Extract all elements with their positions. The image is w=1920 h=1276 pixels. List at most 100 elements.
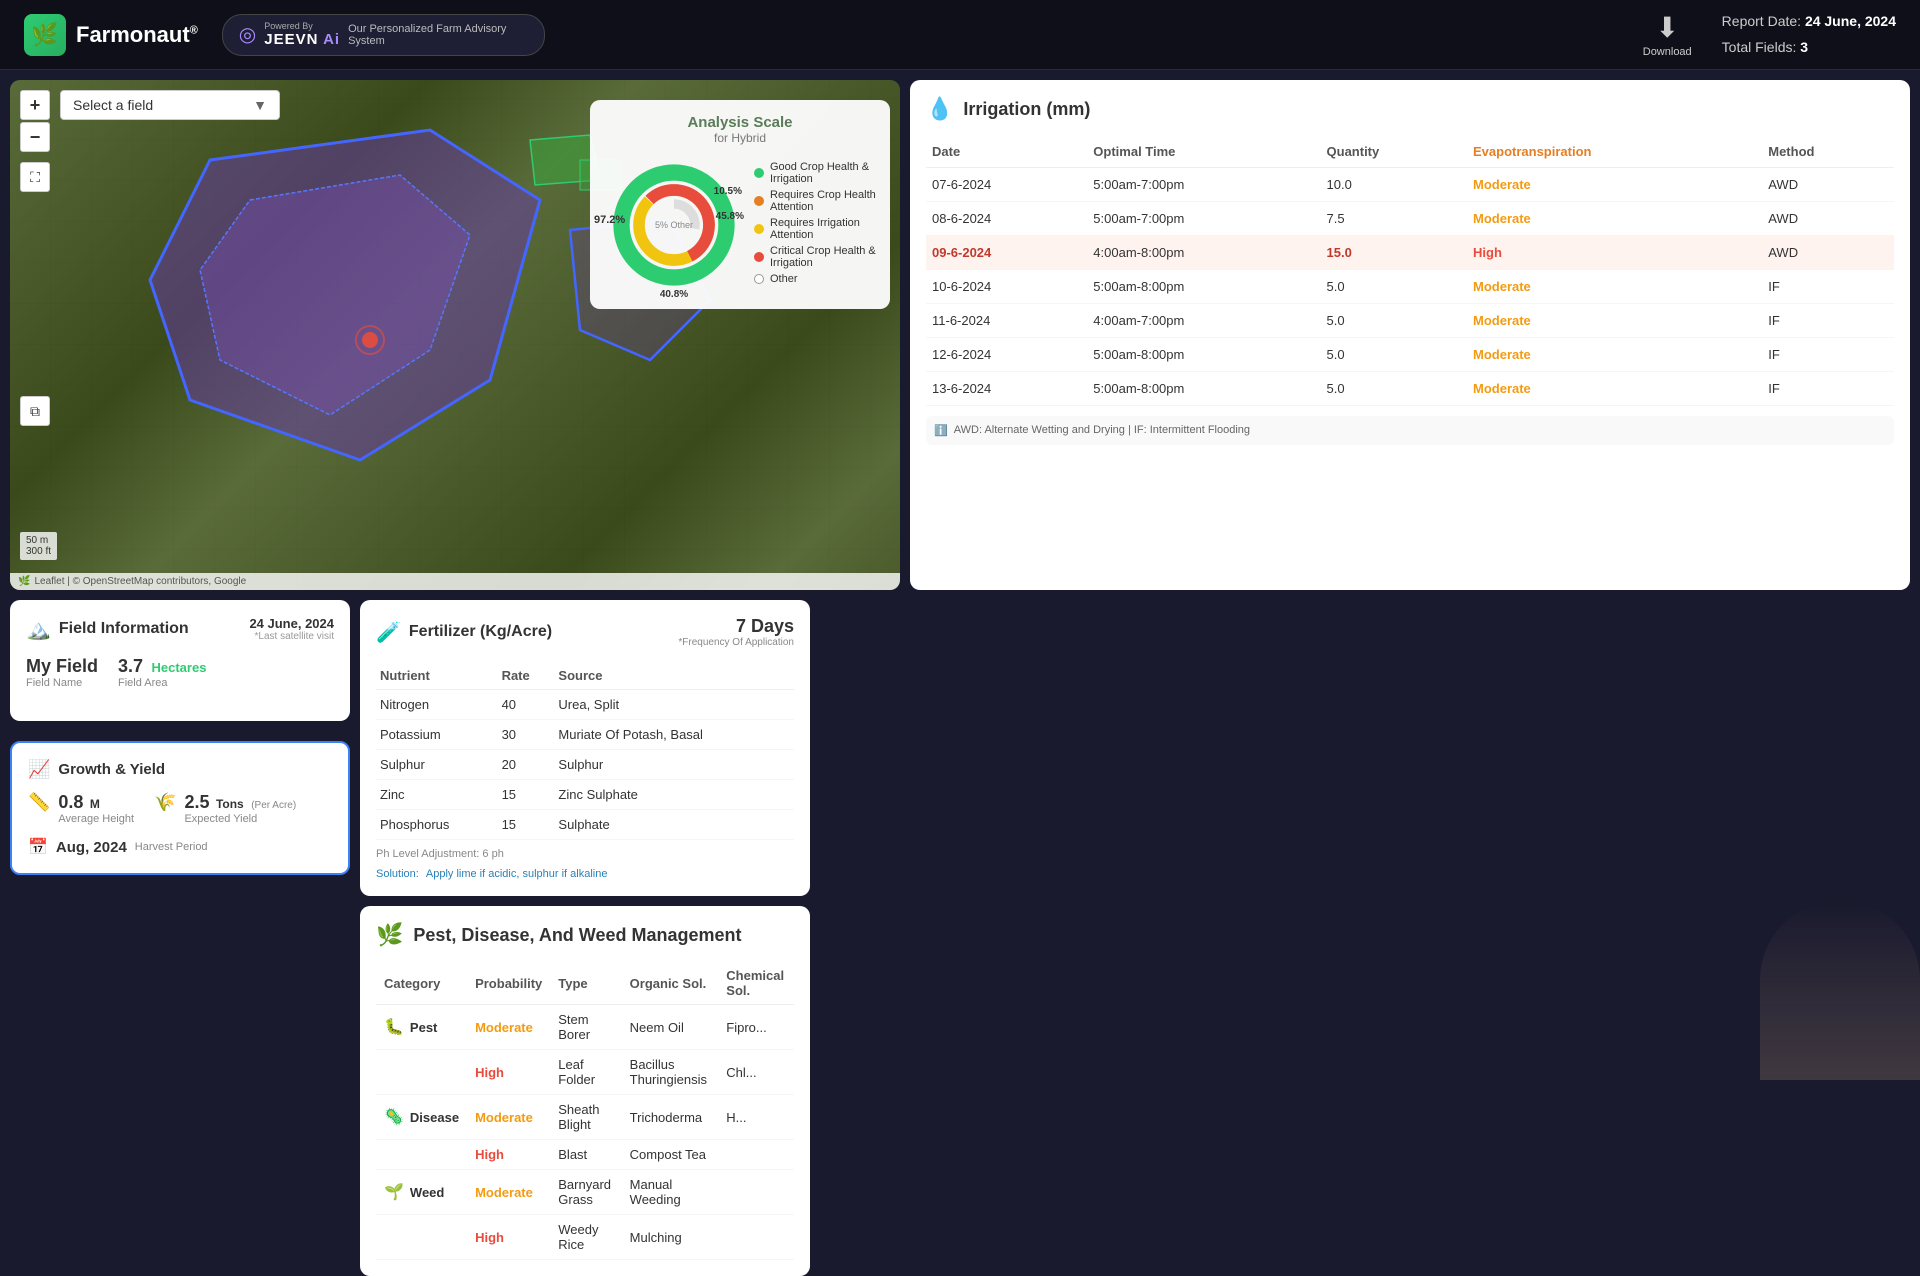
yield-value: 2.5	[184, 792, 209, 812]
pest-col-category: Category	[376, 962, 467, 1005]
jeevn-logo-text: JEEVN Ai	[264, 31, 340, 48]
yield-values: 2.5 Tons (Per Acre) Expected Yield	[184, 792, 296, 825]
total-fields-value: 3	[1800, 39, 1808, 55]
pest-chemical: Fipro...	[718, 1005, 794, 1050]
yield-label: Expected Yield	[184, 813, 296, 825]
field-growth-col: 🏔️ Field Information 24 June, 2024 *Last…	[10, 600, 350, 896]
irr-evap: Moderate	[1467, 338, 1762, 372]
legend-label-other: Other	[770, 273, 798, 285]
dropdown-arrow-icon: ▼	[253, 97, 267, 113]
field-select-dropdown[interactable]: Select a field ▼	[60, 90, 280, 120]
irrigation-row: 11-6-2024 4:00am-7:00pm 5.0 Moderate IF	[926, 304, 1894, 338]
pest-category	[376, 1215, 467, 1260]
irr-time: 5:00am-8:00pm	[1087, 338, 1320, 372]
category-name: Pest	[410, 1020, 437, 1035]
map-panel: + − ⛶ ⧉ Select a field ▼ 50 m 300 ft Ana…	[10, 80, 900, 590]
field-area-value-row: 3.7 Hectares	[118, 656, 206, 677]
fert-rate: 20	[498, 750, 555, 780]
irr-method: IF	[1762, 270, 1894, 304]
logo-name: Farmonaut	[76, 22, 190, 47]
pest-category: 🐛Pest	[376, 1005, 467, 1050]
growth-header: 📈 Growth & Yield	[28, 759, 332, 780]
fert-source: Zinc Sulphate	[554, 780, 794, 810]
fert-table-header: Nutrient Rate Source	[376, 662, 794, 690]
yield-value-row: 2.5 Tons (Per Acre)	[184, 792, 296, 813]
legend-dot-other	[754, 274, 764, 284]
pest-col-probability: Probability	[467, 962, 550, 1005]
irrigation-table-body: 07-6-2024 5:00am-7:00pm 10.0 Moderate AW…	[926, 168, 1894, 406]
zoom-in-button[interactable]: +	[20, 90, 50, 120]
field-name-stat: My Field Field Name	[26, 656, 98, 689]
field-area-unit: Hectares	[152, 660, 207, 675]
irr-evap: Moderate	[1467, 202, 1762, 236]
jeevn-badge: ◎ Powered By JEEVN Ai Our Personalized F…	[222, 14, 545, 56]
fertilizer-days: 7 Days	[678, 616, 794, 637]
irr-qty: 5.0	[1321, 304, 1467, 338]
layer-button[interactable]: ⧉	[20, 396, 50, 426]
fertilizer-table-body: Nitrogen 40 Urea, Split Potassium 30 Mur…	[376, 690, 794, 840]
pest-row: High Blast Compost Tea	[376, 1140, 794, 1170]
yield-unit: Tons	[216, 797, 244, 811]
pest-organic: Bacillus Thuringiensis	[622, 1050, 719, 1095]
map-controls: + − ⛶ ⧉	[20, 90, 50, 426]
category-name: Disease	[410, 1110, 459, 1125]
irr-method: IF	[1762, 304, 1894, 338]
fertilizer-row: Nitrogen 40 Urea, Split	[376, 690, 794, 720]
fert-nutrient: Zinc	[376, 780, 498, 810]
map-attribution: 🌿 Leaflet | © OpenStreetMap contributors…	[10, 573, 900, 590]
growth-stats: 📏 0.8 M Average Height 🌾	[28, 792, 332, 825]
donut-label-97: 97.2%	[594, 214, 625, 226]
irrigation-row: 09-6-2024 4:00am-8:00pm 15.0 High AWD	[926, 236, 1894, 270]
field-info-icon: 🏔️	[26, 617, 51, 642]
irr-qty: 7.5	[1321, 202, 1467, 236]
height-label: Average Height	[58, 813, 134, 825]
zoom-out-button[interactable]: −	[20, 122, 50, 152]
report-date: Report Date: 24 June, 2024	[1722, 9, 1896, 34]
legend-label-good: Good Crop Health & Irrigation	[770, 161, 876, 185]
growth-title: Growth & Yield	[58, 761, 165, 778]
pest-row: 🌱Weed Moderate Barnyard Grass Manual Wee…	[376, 1170, 794, 1215]
header-right: ⬇ Download Report Date: 24 June, 2024 To…	[1643, 9, 1896, 59]
pest-organic: Neem Oil	[622, 1005, 719, 1050]
pest-type: Stem Borer	[550, 1005, 621, 1050]
category-name: Weed	[410, 1185, 444, 1200]
analysis-scale-title: Analysis Scale	[604, 114, 876, 131]
field-info-panel: 🏔️ Field Information 24 June, 2024 *Last…	[10, 600, 350, 721]
irr-qty: 10.0	[1321, 168, 1467, 202]
donut-area: 97.2% 40.8% 10.5% 45.8% 5% Other	[604, 155, 876, 295]
field-info-title: Field Information	[59, 620, 189, 638]
pest-header: 🌿 Pest, Disease, And Weed Management	[376, 922, 794, 948]
scale-50m: 50 m	[26, 535, 51, 546]
jeevn-icon: ◎	[239, 22, 256, 47]
height-stat: 📏 0.8 M Average Height	[28, 792, 134, 825]
fert-rate: 40	[498, 690, 555, 720]
pest-type: Weedy Rice	[550, 1215, 621, 1260]
pest-probability: Moderate	[467, 1170, 550, 1215]
irr-time: 5:00am-7:00pm	[1087, 202, 1320, 236]
irr-method: AWD	[1762, 202, 1894, 236]
irrigation-row: 10-6-2024 5:00am-8:00pm 5.0 Moderate IF	[926, 270, 1894, 304]
logo-text: Farmonaut®	[76, 22, 198, 48]
fert-source: Sulphate	[554, 810, 794, 840]
jeevn-desc: Our Personalized Farm Advisory System	[348, 23, 528, 47]
download-button[interactable]: ⬇ Download	[1643, 11, 1692, 58]
jeevn-info: Powered By JEEVN Ai	[264, 21, 340, 49]
irr-date: 08-6-2024	[926, 202, 1087, 236]
pest-chemical	[718, 1140, 794, 1170]
irrigation-row: 08-6-2024 5:00am-7:00pm 7.5 Moderate AWD	[926, 202, 1894, 236]
pest-chemical: H...	[718, 1095, 794, 1140]
pest-organic: Mulching	[622, 1215, 719, 1260]
legend-irrigation: Requires Irrigation Attention	[754, 217, 876, 241]
pest-type: Barnyard Grass	[550, 1170, 621, 1215]
fert-col-nutrient: Nutrient	[376, 662, 498, 690]
solution-label: Solution:	[376, 868, 419, 880]
pest-organic: Compost Tea	[622, 1140, 719, 1170]
col-method: Method	[1762, 136, 1894, 168]
pest-chemical	[718, 1215, 794, 1260]
header: 🌿 Farmonaut® ◎ Powered By JEEVN Ai Our P…	[0, 0, 1920, 70]
fullscreen-button[interactable]: ⛶	[20, 162, 50, 192]
legend-good: Good Crop Health & Irrigation	[754, 161, 876, 185]
irrigation-row: 13-6-2024 5:00am-8:00pm 5.0 Moderate IF	[926, 372, 1894, 406]
fertilizer-row: Potassium 30 Muriate Of Potash, Basal	[376, 720, 794, 750]
attribution-text: Leaflet | © OpenStreetMap contributors, …	[34, 576, 246, 587]
